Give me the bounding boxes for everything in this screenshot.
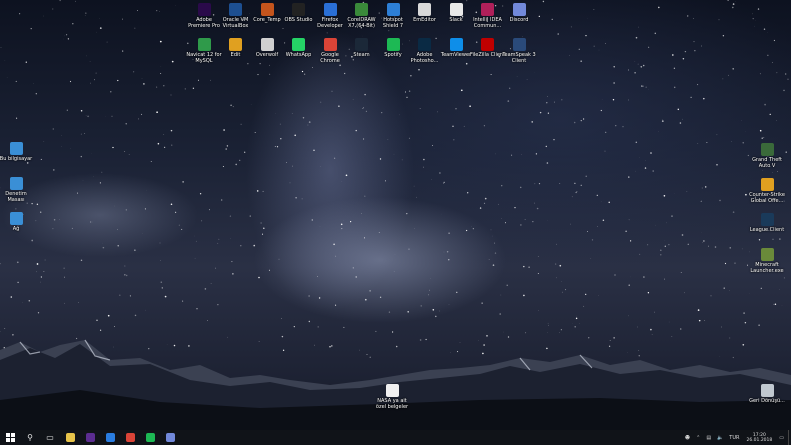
navicat-icon	[197, 38, 211, 51]
hotspot-shield-icon	[386, 3, 400, 16]
this-pc-icon	[9, 142, 23, 155]
taskbar-spotify-button[interactable]	[140, 430, 160, 445]
desktop-shortcut-label: Bu bilgisayar	[0, 156, 33, 162]
steam-icon	[355, 38, 368, 51]
taskbar-file-explorer-button[interactable]	[60, 430, 80, 445]
intellij-icon	[481, 3, 494, 16]
network-icon	[9, 212, 23, 225]
file-explorer-icon	[65, 433, 75, 442]
windows-start-icon	[5, 433, 15, 442]
notification-icon[interactable]: ▭	[779, 435, 784, 441]
taskbar-visual-studio-button[interactable]	[80, 430, 100, 445]
people-icon[interactable]: ☻	[685, 435, 690, 441]
desktop-shortcut[interactable]: Discord	[501, 3, 537, 23]
coreldraw-icon	[355, 3, 368, 16]
spotify-icon	[145, 433, 155, 442]
desktop-shortcut-label: TeamSpeak 3 Client	[502, 52, 536, 64]
csgo-icon	[760, 178, 774, 191]
desktop-shortcut[interactable]: Geri Dönüşü...	[749, 384, 785, 404]
desktop-shortcut[interactable]: League.Client	[749, 213, 785, 233]
language-indicator[interactable]: TUR	[729, 435, 739, 441]
desktop-shortcut[interactable]: Ağ	[0, 212, 34, 232]
clock[interactable]: 17:20 26.01.2018	[747, 433, 773, 443]
desktop-shortcut[interactable]: Minecraft Launcher.exe	[749, 248, 785, 274]
premiere-icon	[197, 3, 211, 16]
discord-icon	[512, 3, 526, 16]
clock-date: 26.01.2018	[746, 437, 773, 443]
control-panel-icon	[9, 177, 23, 190]
windows-start-button[interactable]	[0, 430, 20, 445]
league-client-icon	[760, 213, 774, 226]
desktop-shortcut-label: Denetim Masası	[5, 191, 27, 203]
chrome-icon	[323, 38, 337, 51]
desktop-shortcut[interactable]: TeamSpeak 3 Client	[501, 38, 537, 64]
desktop-shortcut[interactable]: Bu bilgisayar	[0, 142, 34, 162]
edit-icon	[229, 38, 242, 51]
minecraft-icon	[760, 248, 774, 261]
visual-studio-icon	[85, 433, 95, 442]
search-icon: ⚲	[27, 433, 33, 442]
desktop-shortcut-label: NASA ya ait özel belgeler	[375, 398, 409, 410]
desktop-shortcut-label: Ağ	[12, 226, 20, 232]
desktop-shortcut-label: Geri Dönüşü...	[749, 398, 785, 404]
document-icon	[385, 384, 399, 397]
desktop-shortcut[interactable]: NASA ya ait özel belgeler	[374, 384, 410, 410]
spotify-icon	[386, 38, 400, 51]
photoshop-icon	[418, 38, 431, 51]
chrome-icon	[125, 433, 135, 442]
desktop-shortcut-label: Counter-Strike Global Offe...	[749, 192, 785, 204]
recycle-bin-icon	[760, 384, 774, 397]
firefox-dev-icon	[323, 3, 337, 16]
whatsapp-icon	[292, 38, 305, 51]
taskbar-edge-button[interactable]	[100, 430, 120, 445]
discord-icon	[165, 433, 175, 442]
desktop-shortcut-label: Discord	[509, 17, 529, 23]
filezilla-icon	[481, 38, 494, 51]
desktop-shortcut[interactable]: Grand Theft Auto V	[749, 143, 785, 169]
emeditor-icon	[418, 3, 431, 16]
desktop-shortcut-label: Minecraft Launcher.exe	[750, 262, 784, 274]
chevron-up-icon[interactable]: ⌃	[696, 435, 700, 441]
virtualbox-icon	[229, 3, 242, 16]
obs-icon	[292, 3, 305, 16]
teamspeak-icon	[512, 38, 526, 51]
taskbar-task-view-button[interactable]: ▭	[40, 430, 60, 445]
overwolf-icon	[260, 38, 274, 51]
desktop-shortcut-label: League.Client	[749, 227, 785, 233]
taskbar: ⚲ ▭ ☻ ⌃ ▤ 🔈 TUR 17:20 26.01.2018 ▭	[0, 430, 791, 445]
network-tray-icon[interactable]: ▤	[706, 435, 711, 441]
taskbar-discord-button[interactable]	[160, 430, 180, 445]
gta5-icon	[760, 143, 774, 156]
volume-icon[interactable]: 🔈	[717, 435, 723, 441]
desktop-shortcut-label: Grand Theft Auto V	[752, 157, 782, 169]
teamviewer-icon	[449, 38, 463, 51]
taskbar-pinned-apps: ⚲ ▭	[20, 430, 180, 445]
mountain-range	[0, 339, 791, 430]
desktop-shortcut[interactable]: Denetim Masası	[0, 177, 34, 203]
taskbar-search-button[interactable]: ⚲	[20, 430, 40, 445]
desktop-shortcut[interactable]: Counter-Strike Global Offe...	[749, 178, 785, 204]
taskbar-chrome-button[interactable]	[120, 430, 140, 445]
coretemp-icon	[260, 3, 274, 16]
edge-icon	[105, 433, 115, 442]
system-tray: ☻ ⌃ ▤ 🔈 TUR 17:20 26.01.2018 ▭	[682, 430, 791, 445]
slack-icon	[449, 3, 463, 16]
task-view-icon: ▭	[46, 433, 54, 442]
